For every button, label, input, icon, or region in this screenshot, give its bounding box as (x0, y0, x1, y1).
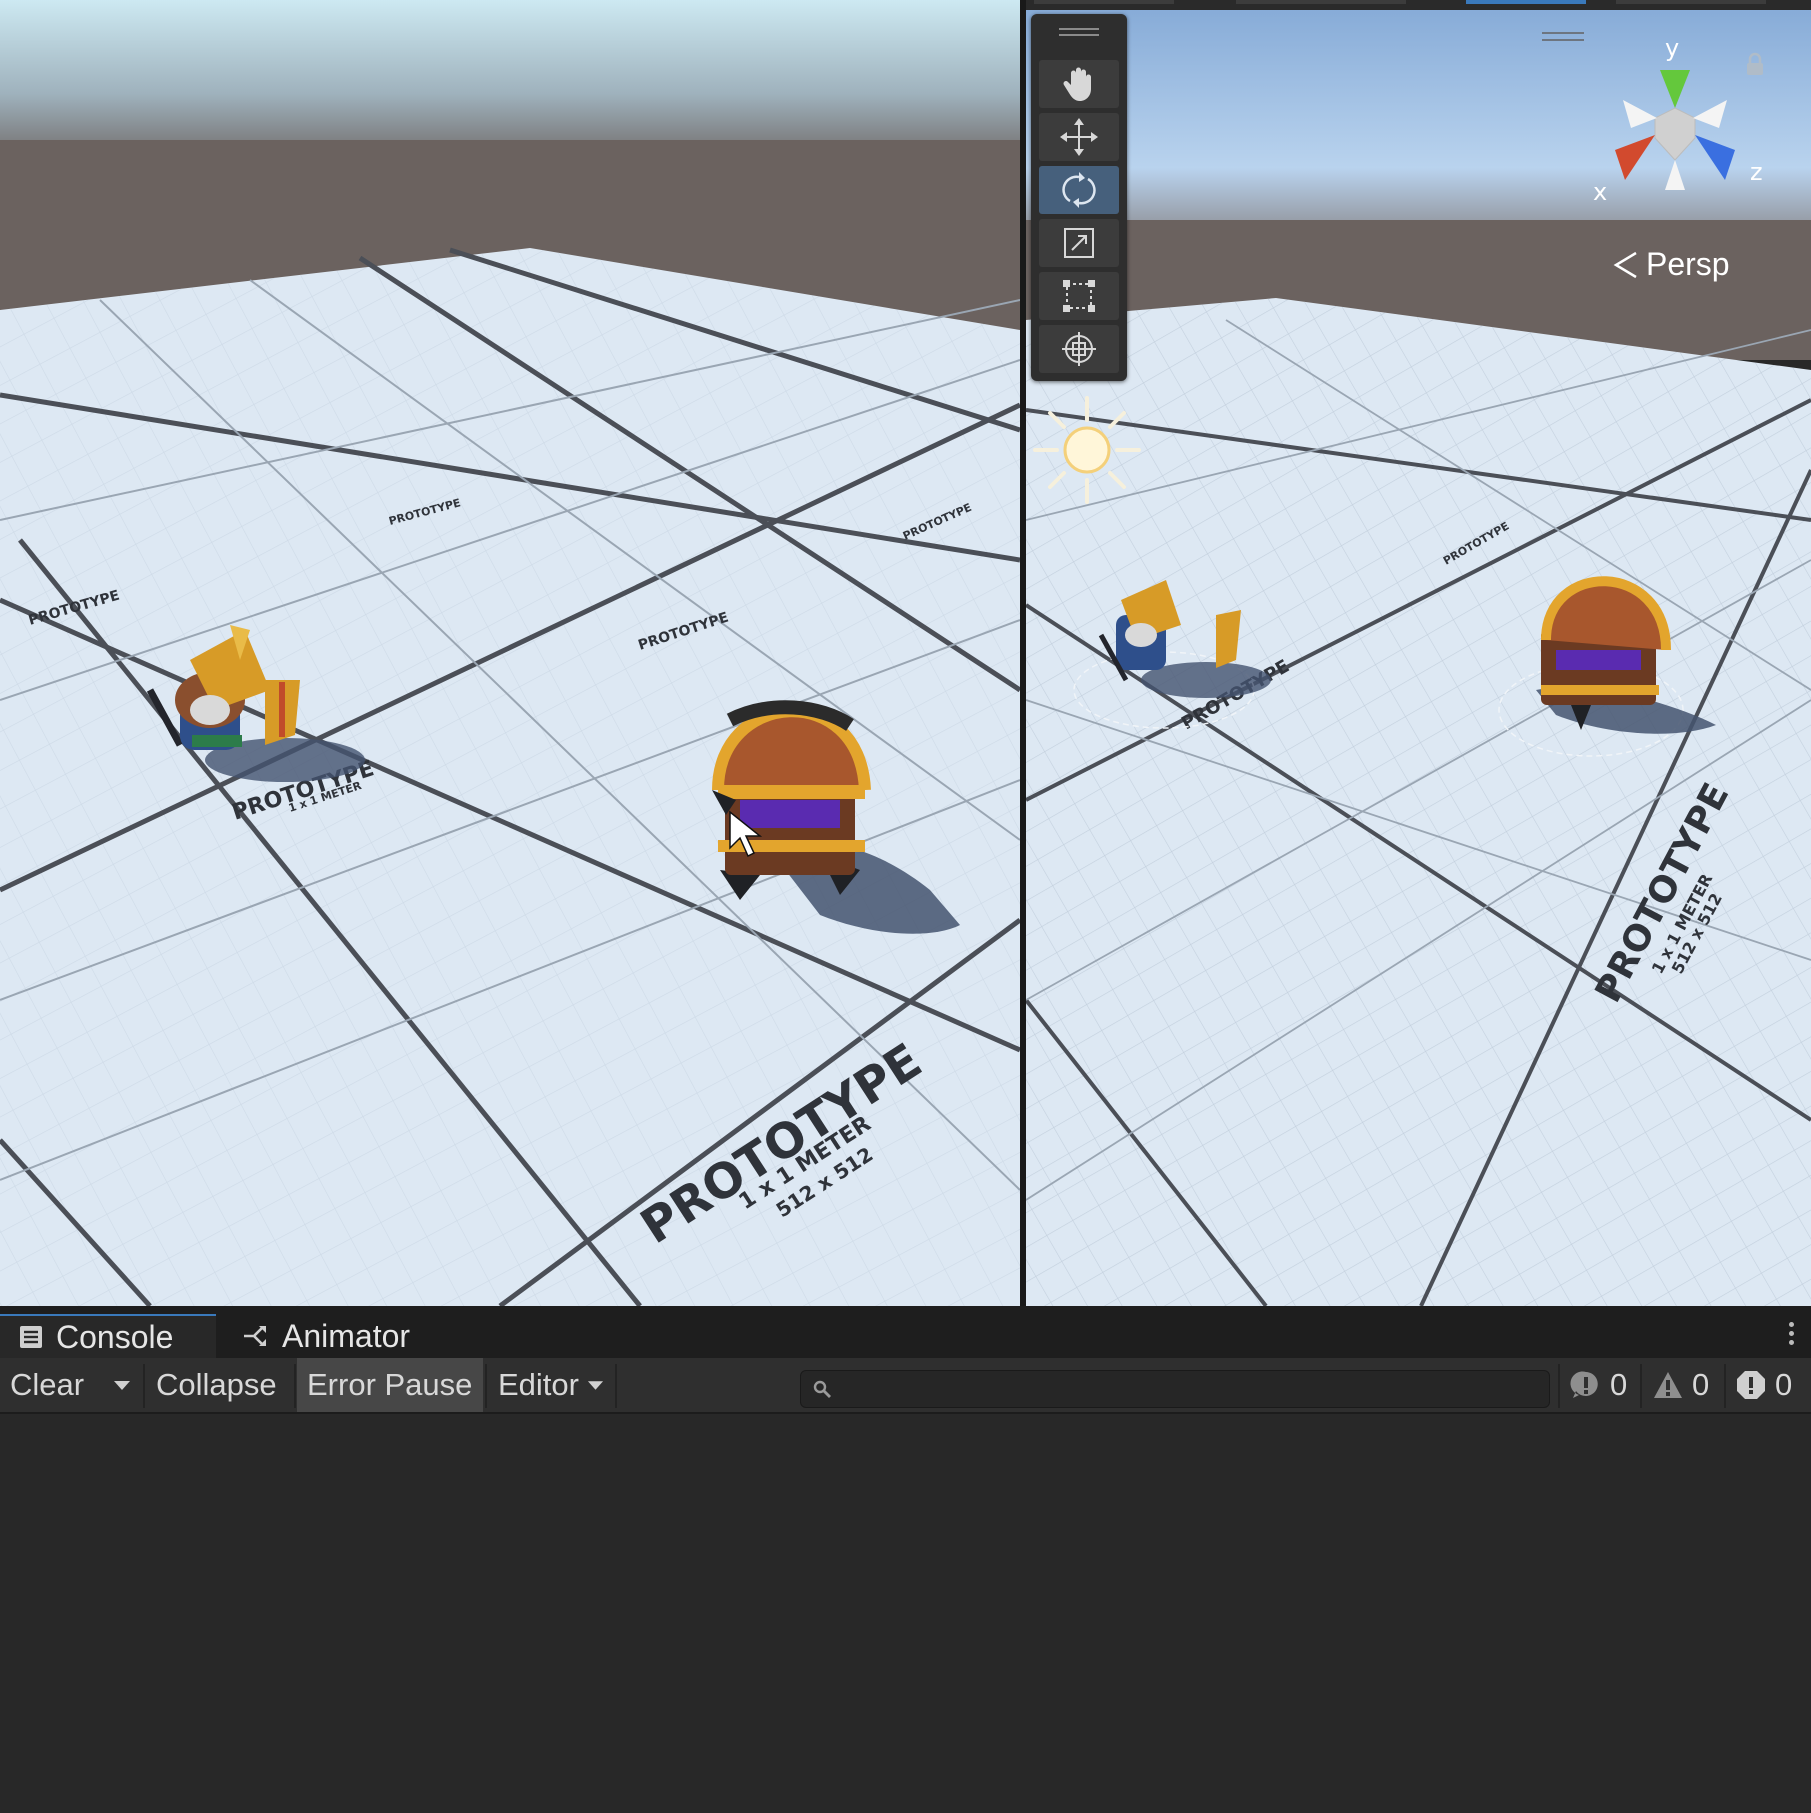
projection-label: Persp (1646, 246, 1730, 282)
collapse-button[interactable]: Collapse (146, 1358, 294, 1412)
error-count-toggle[interactable]: 0 (1727, 1358, 1811, 1412)
hand-tool-button[interactable] (1039, 60, 1119, 108)
scale-icon (1064, 228, 1094, 258)
more-options-icon[interactable] (1789, 1322, 1797, 1348)
tab-console[interactable]: Console (0, 1314, 216, 1358)
game-view-render: PROTOTYPE 1 x 1 METER 512 x 512 PROTOTYP… (0, 0, 1020, 1306)
gizmo-x-cone (1615, 135, 1655, 180)
directional-light-icon[interactable] (1031, 394, 1143, 506)
tool-palette (1031, 14, 1127, 381)
clear-options-dropdown[interactable] (102, 1358, 142, 1412)
console-tab-bar: Console Animator (0, 1306, 1811, 1358)
caret-down-icon (114, 1381, 130, 1390)
caret-down-icon (587, 1381, 604, 1390)
warning-count-toggle[interactable]: 0 (1644, 1358, 1724, 1412)
rotate-tool-button[interactable] (1039, 166, 1119, 214)
collapse-label: Collapse (156, 1367, 277, 1402)
search-icon (813, 1380, 831, 1398)
console-toolbar: Clear Collapse Error Pause Editor 0 0 0 (0, 1358, 1811, 1414)
palette-drag-handle[interactable] (1059, 28, 1099, 38)
rect-transform-icon (1063, 280, 1095, 312)
error-icon (1737, 1371, 1765, 1399)
gizmo-y-cone (1660, 70, 1690, 108)
tab-animator[interactable]: Animator (224, 1314, 434, 1358)
warning-icon (1654, 1372, 1682, 1398)
warning-count: 0 (1692, 1367, 1710, 1402)
move-tool-button[interactable] (1039, 113, 1119, 161)
editor-label: Editor (498, 1367, 579, 1402)
animator-icon (244, 1326, 266, 1346)
error-pause-label: Error Pause (307, 1367, 473, 1402)
console-log-list[interactable] (0, 1414, 1811, 1813)
scene-header-strip (1026, 0, 1811, 10)
editor-dropdown[interactable]: Editor (488, 1358, 614, 1412)
transform-icon (1062, 332, 1096, 366)
lock-icon[interactable] (1744, 52, 1766, 76)
info-count-toggle[interactable]: 0 (1562, 1358, 1640, 1412)
game-view[interactable]: PROTOTYPE 1 x 1 METER 512 x 512 PROTOTYP… (0, 0, 1020, 1306)
clear-label: Clear (10, 1367, 85, 1402)
console-search-input[interactable] (800, 1370, 1550, 1408)
gizmo-x-label: x (1593, 178, 1608, 206)
error-pause-button[interactable]: Error Pause (297, 1358, 483, 1412)
projection-toggle[interactable]: Persp (1612, 246, 1730, 283)
move-arrows-icon (1060, 118, 1098, 156)
hand-icon (1063, 67, 1091, 101)
tab-animator-label: Animator (282, 1317, 411, 1354)
clear-button[interactable]: Clear (0, 1358, 100, 1412)
scale-tool-button[interactable] (1039, 219, 1119, 267)
error-count: 0 (1775, 1367, 1793, 1402)
rotate-icon (1062, 172, 1096, 208)
tab-console-label: Console (56, 1318, 174, 1355)
console-panel: Console Animator Clear Collapse Error Pa… (0, 1306, 1811, 1813)
info-message-icon (1570, 1371, 1598, 1398)
rect-tool-button[interactable] (1039, 272, 1119, 320)
gizmo-y-label: y (1665, 34, 1680, 62)
transform-tool-button[interactable] (1039, 325, 1119, 373)
gizmo-z-label: z (1750, 158, 1763, 186)
info-count: 0 (1610, 1367, 1628, 1402)
gizmo-z-cone (1695, 135, 1735, 180)
console-icon (20, 1326, 42, 1348)
chevron-left-icon (1613, 251, 1637, 278)
